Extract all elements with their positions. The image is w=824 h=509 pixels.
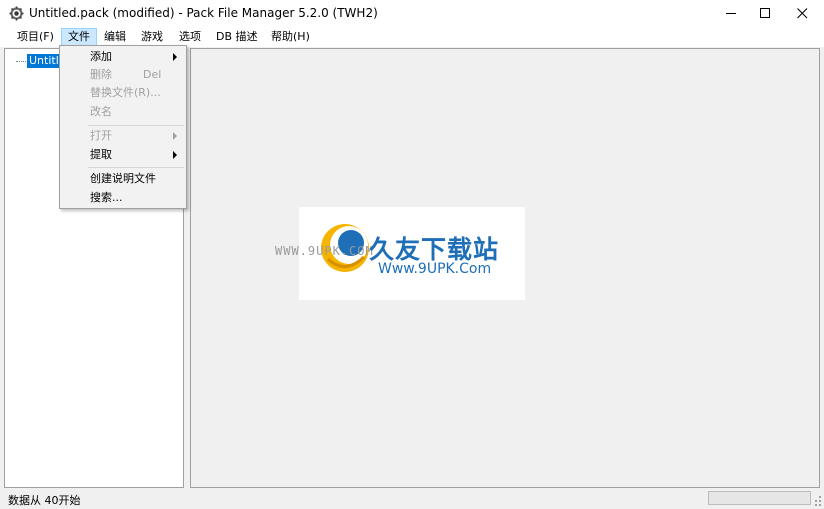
menu-item-replace-label: 替换文件(R)... [90, 86, 161, 99]
app-window: Untitled.pack (modified) - Pack File Man… [0, 0, 824, 509]
menu-separator [88, 167, 184, 168]
menu-item-rename: 改名 [60, 103, 186, 121]
watermark-faint-url: WWW.9UPK.COM [275, 244, 374, 258]
status-bar: 数据从 40开始 [0, 489, 824, 509]
menu-item-open-label: 打开 [90, 129, 112, 142]
menu-item-replace-file: 替换文件(R)... [60, 84, 186, 102]
menu-item-open: 打开 [60, 127, 186, 145]
menu-game[interactable]: 游戏 [135, 28, 169, 46]
close-button[interactable] [779, 0, 824, 27]
menu-project[interactable]: 项目(F) [11, 28, 60, 46]
status-text: 数据从 40开始 [8, 494, 81, 507]
shortcut-label: Del [143, 68, 162, 81]
title-bar[interactable]: Untitled.pack (modified) - Pack File Man… [0, 0, 824, 27]
maximize-icon [759, 8, 770, 18]
menu-item-search[interactable]: 搜索... [60, 189, 186, 207]
cog-icon[interactable] [9, 6, 24, 21]
menu-item-rename-label: 改名 [90, 105, 112, 118]
menu-file[interactable]: 文件 [61, 28, 97, 46]
menu-item-create-readme-label: 创建说明文件 [90, 172, 156, 185]
tree-connector-line [16, 61, 26, 62]
menu-item-delete: 删除 Del [60, 66, 186, 84]
menu-item-extract[interactable]: 提取 [60, 146, 186, 164]
menu-item-create-readme[interactable]: 创建说明文件 [60, 170, 186, 188]
menu-item-search-label: 搜索... [90, 191, 123, 204]
file-menu-dropdown: 添加 删除 Del 替换文件(R)... 改名 打开 提取 创建说明文件 搜索.… [59, 45, 187, 209]
submenu-arrow-icon [173, 53, 177, 61]
status-progress-bar [708, 491, 811, 505]
menu-item-add-label: 添加 [90, 50, 112, 63]
menu-options[interactable]: 选项 [173, 28, 207, 46]
menu-help[interactable]: 帮助(H) [265, 28, 316, 46]
window-title: Untitled.pack (modified) - Pack File Man… [29, 6, 378, 20]
close-icon [796, 8, 807, 19]
menu-item-delete-label: 删除 [90, 68, 112, 81]
menu-item-extract-label: 提取 [90, 148, 112, 161]
resize-grip-icon[interactable] [812, 494, 822, 506]
menu-db-description[interactable]: DB 描述 [210, 28, 264, 46]
submenu-arrow-icon [173, 151, 177, 159]
watermark-url: Www.9UPK.Com [378, 261, 492, 277]
menu-edit[interactable]: 编辑 [98, 28, 132, 46]
minimize-icon [725, 13, 736, 14]
submenu-arrow-icon [173, 132, 177, 140]
menu-separator [88, 125, 184, 126]
watermark: WWW.9UPK.COM 久友下载站 Www.9UPK.Com [275, 207, 525, 300]
menu-bar: 项目(F) 文件 编辑 游戏 选项 DB 描述 帮助(H) [0, 27, 824, 47]
menu-item-add[interactable]: 添加 [60, 48, 186, 66]
